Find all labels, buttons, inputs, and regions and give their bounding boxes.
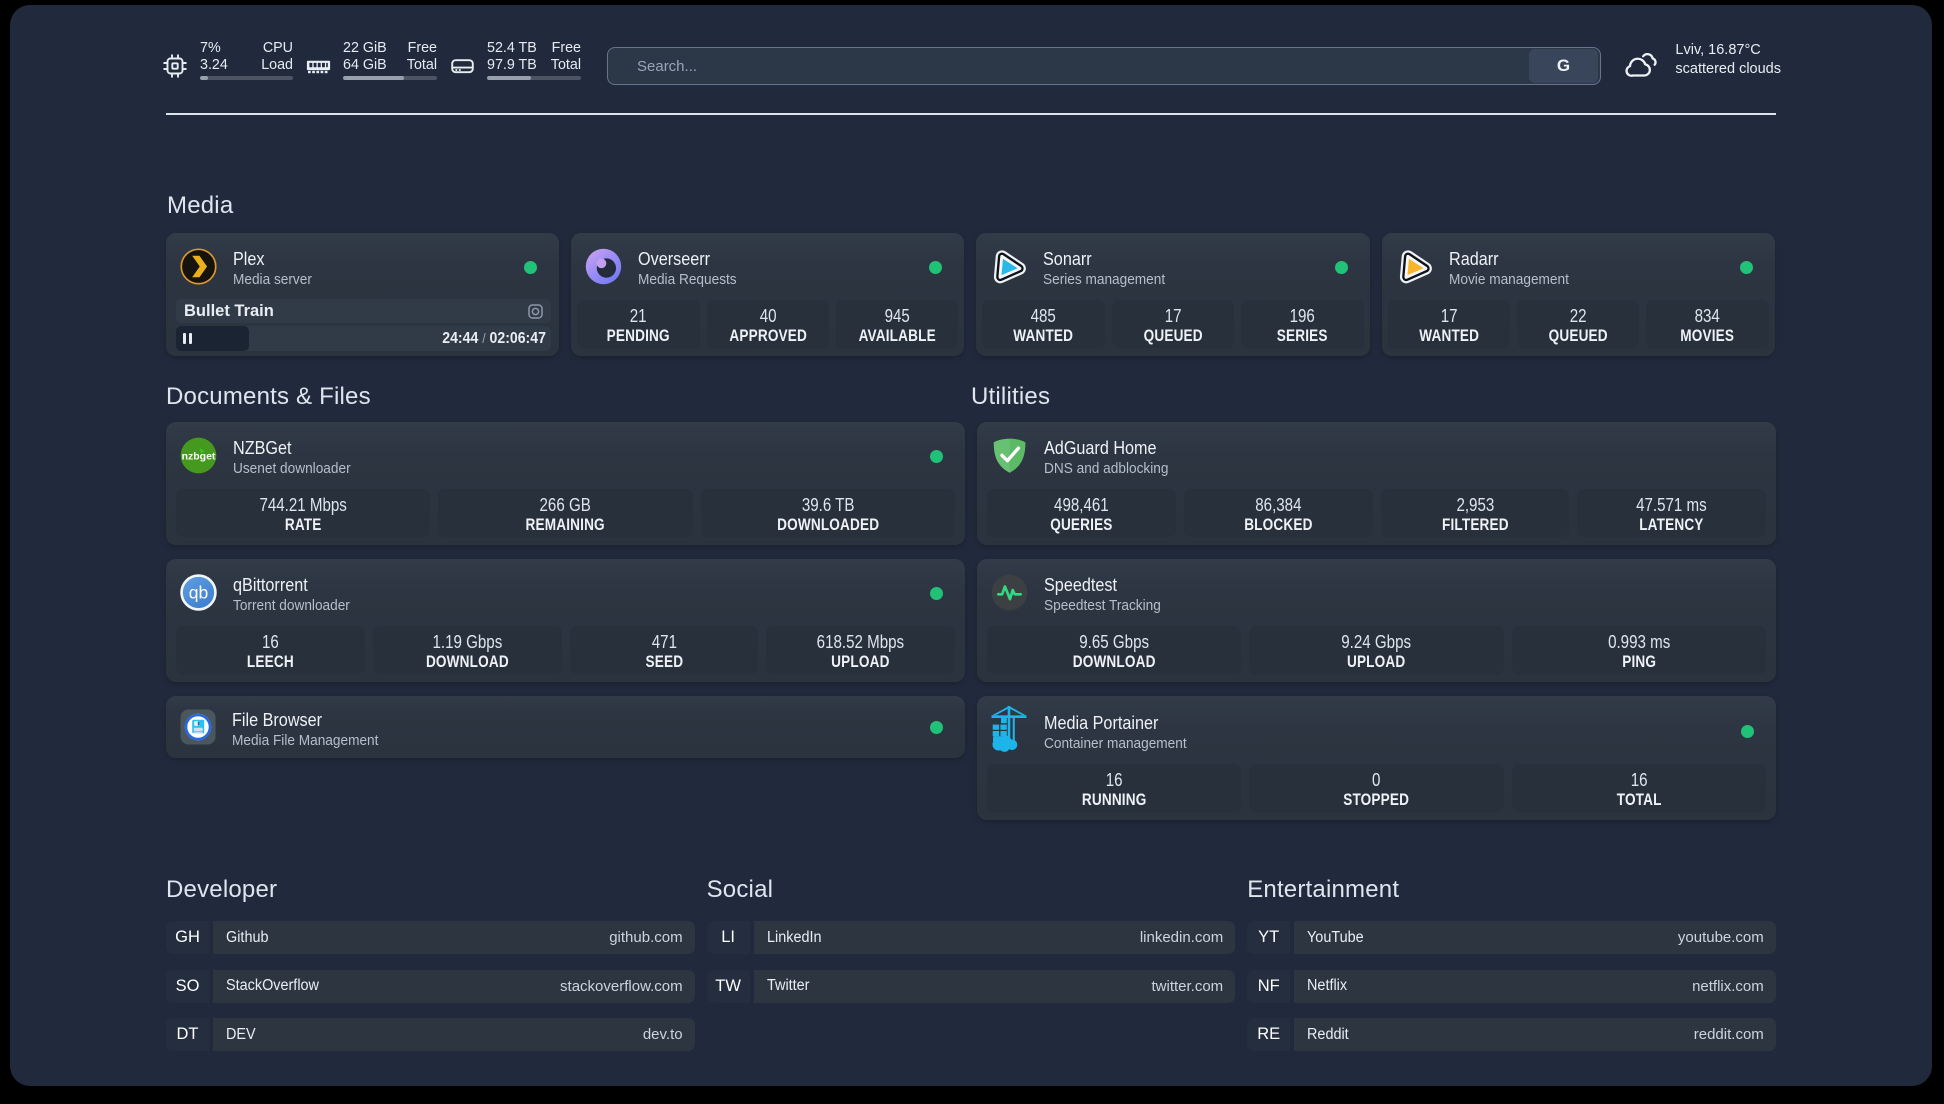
svg-text:qb: qb <box>189 582 208 602</box>
svg-text:nzbget: nzbget <box>182 450 216 462</box>
